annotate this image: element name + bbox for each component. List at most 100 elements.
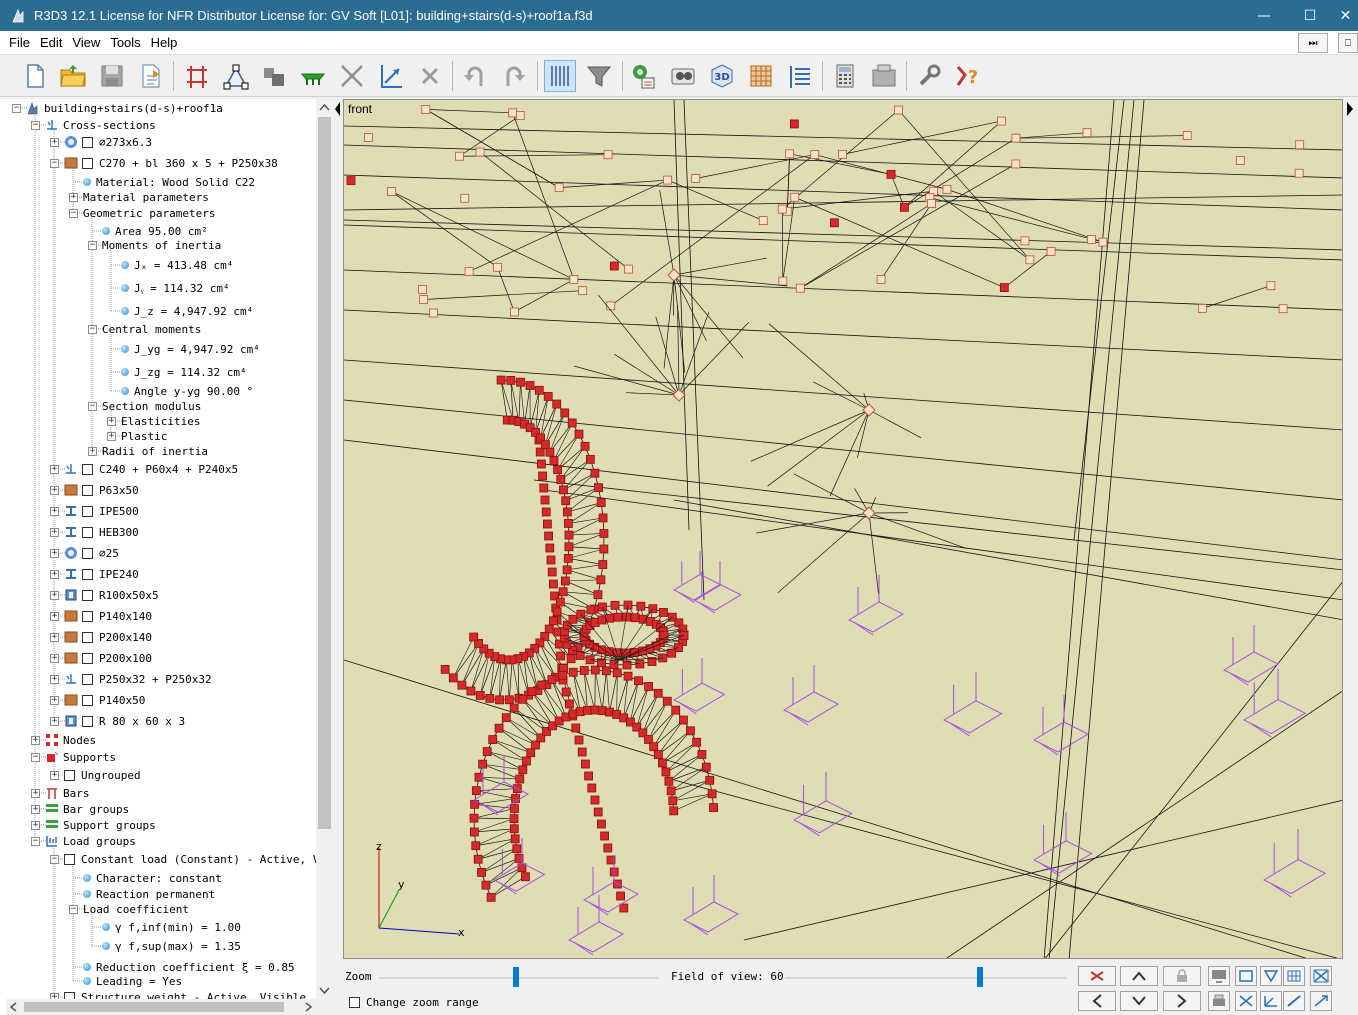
expand-icon[interactable]: + [50, 717, 59, 726]
expand-icon[interactable]: + [107, 417, 116, 426]
collapse-icon[interactable]: − [88, 325, 97, 334]
help-icon[interactable]: ? [952, 60, 984, 92]
tree-node[interactable]: P200x140 [64, 629, 152, 645]
undo-icon[interactable] [459, 60, 491, 92]
expand-icon[interactable]: + [50, 612, 59, 621]
tree-node[interactable]: C240 + P60x4 + P240x5 [64, 461, 238, 477]
menu-tools[interactable]: Tools [106, 35, 144, 50]
rotate-right-button[interactable] [1163, 991, 1201, 1011]
mesh-icon[interactable] [745, 60, 777, 92]
zoom-slider-knob[interactable] [513, 967, 520, 987]
camera-icon[interactable] [667, 60, 699, 92]
tree-node[interactable]: Character: constant [83, 870, 222, 886]
visibility-checkbox[interactable] [82, 631, 93, 643]
tree-node[interactable]: IPE500 [64, 503, 139, 519]
monitor-view-button[interactable] [1208, 966, 1230, 986]
expand-icon[interactable]: + [31, 805, 40, 814]
tree-node[interactable]: Elasticities [121, 413, 200, 429]
tree-node[interactable]: IPE240 [64, 566, 139, 582]
expand-icon[interactable]: + [50, 465, 59, 474]
expand-icon[interactable]: + [50, 771, 59, 780]
tree-node[interactable]: P63x50 [64, 482, 139, 498]
fit-view-button[interactable] [1310, 966, 1332, 986]
intersect-icon[interactable] [336, 60, 368, 92]
reset-view-button[interactable] [1078, 966, 1116, 986]
cross-section-icon[interactable] [258, 60, 290, 92]
expand-icon[interactable]: + [107, 432, 116, 441]
visibility-checkbox[interactable] [82, 715, 93, 727]
visibility-checkbox[interactable] [82, 505, 93, 517]
rotate-left-button[interactable] [1078, 991, 1116, 1011]
expand-icon[interactable]: + [31, 789, 40, 798]
tree-node[interactable]: Bars [45, 785, 90, 801]
tree-node[interactable]: Angle y-yg 90.00 ° [121, 383, 253, 399]
visibility-checkbox[interactable] [82, 526, 93, 538]
visibility-checkbox[interactable] [82, 547, 93, 559]
3d-viewport[interactable]: front zyx [343, 99, 1343, 959]
collapse-icon[interactable]: − [50, 855, 59, 864]
tree-node[interactable]: Central moments [102, 321, 201, 337]
3d-view-icon[interactable]: 3D [706, 60, 738, 92]
visibility-checkbox[interactable] [64, 991, 75, 999]
axes-toggle-button[interactable] [1310, 991, 1332, 1011]
top-view-button[interactable] [1260, 966, 1282, 986]
tree-node[interactable]: J_zg = 114.32 cm⁴ [121, 364, 247, 380]
expand-icon[interactable]: + [50, 696, 59, 705]
tree-node[interactable]: Reaction permanent [83, 886, 215, 902]
expand-icon[interactable]: + [50, 654, 59, 663]
tree-node[interactable]: Jₓ = 413.48 cm⁴ [121, 257, 233, 273]
tree-node[interactable]: J_yg = 4,947.92 cm⁴ [121, 341, 260, 357]
visibility-checkbox[interactable] [82, 157, 93, 169]
grid-toggle-button[interactable] [1283, 966, 1305, 986]
menu-edit[interactable]: Edit [36, 35, 66, 50]
structure-drawing[interactable]: z y x [344, 100, 1343, 959]
tree-node[interactable]: Jᵧ = 114.32 cm⁴ [121, 280, 230, 296]
measure-icon[interactable] [375, 60, 407, 92]
visibility-checkbox[interactable] [82, 589, 93, 601]
collapse-left-icon[interactable] [333, 99, 343, 129]
tree-node[interactable]: R100x50x5 [64, 587, 159, 603]
expand-icon[interactable]: + [50, 675, 59, 684]
scroll-thumb[interactable] [318, 117, 331, 829]
visibility-checkbox[interactable] [82, 694, 93, 706]
export-icon[interactable] [135, 60, 167, 92]
filter-icon[interactable] [583, 60, 615, 92]
tree-node[interactable]: ⌀25 [64, 545, 119, 561]
grid-icon[interactable] [544, 60, 576, 92]
menu-file[interactable]: File [5, 35, 34, 50]
collapse-icon[interactable]: − [69, 209, 78, 218]
tree-node[interactable]: Load coefficient [83, 901, 189, 917]
lock-view-button[interactable] [1163, 966, 1201, 986]
tree-node[interactable]: Support groups [45, 817, 156, 833]
table-icon[interactable] [784, 60, 816, 92]
new-file-icon[interactable] [19, 60, 51, 92]
load-icon[interactable] [297, 60, 329, 92]
scroll-left-icon[interactable] [6, 999, 22, 1015]
expand-icon[interactable]: + [88, 447, 97, 456]
tree-node[interactable]: Material parameters [83, 189, 209, 205]
collapse-icon[interactable]: − [88, 241, 97, 250]
collapse-icon[interactable]: − [50, 159, 59, 168]
tree-node[interactable]: P140x140 [64, 608, 152, 624]
perspective-button[interactable] [1283, 991, 1305, 1011]
tree-horizontal-scrollbar[interactable] [6, 999, 316, 1015]
tree-node[interactable]: Supports [45, 749, 116, 765]
panel-splitter[interactable] [333, 99, 343, 1015]
tree-node[interactable]: Ungrouped [64, 767, 141, 783]
expand-icon[interactable]: + [50, 486, 59, 495]
collapse-icon[interactable]: − [69, 905, 78, 914]
tree-node[interactable]: C270 + bl 360 x 5 + P250x38 [64, 155, 278, 171]
redo-icon[interactable] [498, 60, 530, 92]
side-view-button[interactable] [1235, 991, 1257, 1011]
expand-icon[interactable]: + [50, 507, 59, 516]
panel-toggle-button[interactable]: ⏭ [1298, 33, 1328, 53]
scroll-up-icon[interactable] [316, 99, 333, 115]
tree-node[interactable]: Cross-sections [45, 117, 156, 133]
tree-node[interactable]: Constant load (Constant) - Active, Visib… [64, 851, 316, 867]
expand-icon[interactable]: + [50, 633, 59, 642]
expand-icon[interactable]: + [50, 138, 59, 147]
visibility-checkbox[interactable] [82, 673, 93, 685]
expand-icon[interactable]: + [69, 193, 78, 202]
collapse-icon[interactable]: − [31, 121, 40, 130]
expand-icon[interactable]: + [31, 821, 40, 830]
